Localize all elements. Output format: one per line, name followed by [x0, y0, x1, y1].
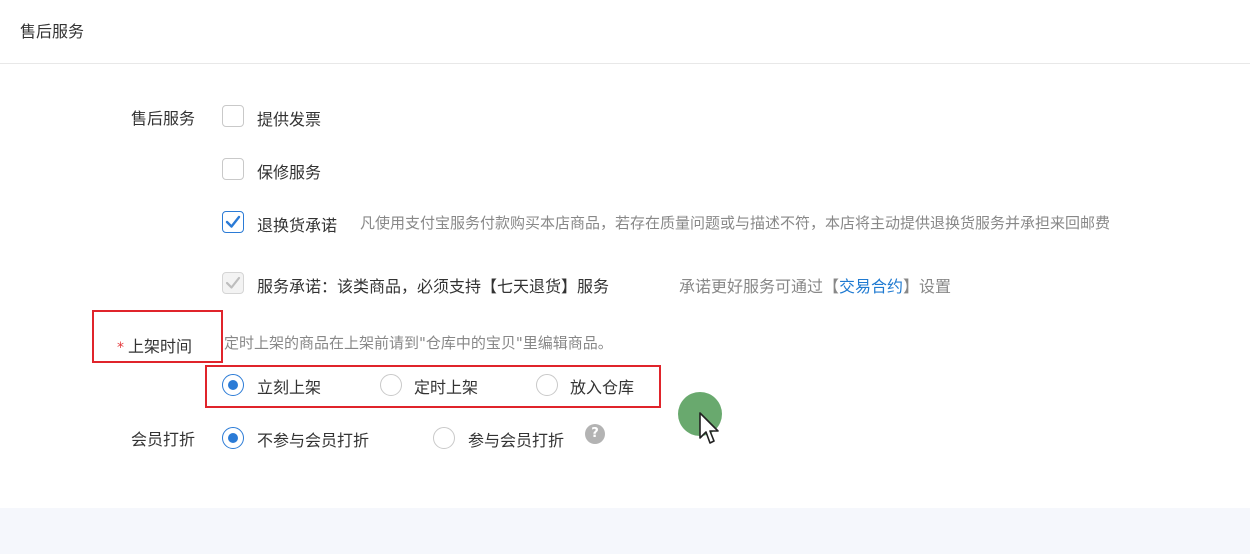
check-icon — [225, 215, 241, 228]
check-icon — [225, 276, 241, 289]
no-member-discount-radio[interactable] — [222, 427, 244, 449]
return-promise-checkbox[interactable] — [222, 211, 244, 233]
invoice-checkbox[interactable] — [222, 105, 244, 127]
listing-warehouse-label[interactable]: 放入仓库 — [570, 374, 634, 398]
invoice-option-label[interactable]: 提供发票 — [257, 106, 321, 130]
listing-immediate-label[interactable]: 立刻上架 — [257, 374, 321, 398]
bottom-bar — [0, 508, 1250, 554]
section-title: 售后服务 — [20, 22, 85, 41]
listing-time-label-text: 上架时间 — [128, 337, 193, 356]
service-promise-hint-text: 承诺更好服务可通过【 — [679, 277, 840, 296]
listing-time-hint: 定时上架的商品在上架前请到"仓库中的宝贝"里编辑商品。 — [224, 334, 613, 352]
service-promise-suffix: 】设置 — [903, 277, 952, 296]
question-icon[interactable]: ? — [585, 424, 605, 444]
listing-time-label: * 上架时间 — [117, 333, 192, 357]
service-promise-hint: 承诺更好服务可通过【交易合约】设置 — [679, 273, 951, 297]
mouse-pointer-icon — [699, 412, 719, 444]
listing-scheduled-label[interactable]: 定时上架 — [414, 374, 478, 398]
after-sales-label: 售后服务 — [131, 109, 196, 128]
member-discount-label: 会员打折 — [131, 430, 196, 449]
service-promise-checkbox — [222, 272, 244, 294]
member-discount-option-label[interactable]: 参与会员打折 — [468, 427, 564, 451]
listing-warehouse-radio[interactable] — [536, 374, 558, 396]
return-promise-label[interactable]: 退换货承诺 — [257, 212, 337, 236]
trade-contract-link[interactable]: 交易合约 — [839, 277, 903, 296]
service-promise-text: 服务承诺：该类商品，必须支持【七天退货】服务 — [257, 277, 610, 296]
warranty-checkbox[interactable] — [222, 158, 244, 180]
required-mark: * — [117, 340, 124, 356]
warranty-option-label[interactable]: 保修服务 — [257, 159, 321, 183]
listing-scheduled-radio[interactable] — [380, 374, 402, 396]
return-promise-description: 凡使用支付宝服务付款购买本店商品，若存在质量问题或与描述不符，本店将主动提供退换… — [360, 214, 1111, 232]
no-member-discount-label[interactable]: 不参与会员打折 — [257, 427, 369, 451]
member-discount-radio[interactable] — [433, 427, 455, 449]
listing-immediate-radio[interactable] — [222, 374, 244, 396]
section-header: 售后服务 — [0, 0, 1250, 64]
